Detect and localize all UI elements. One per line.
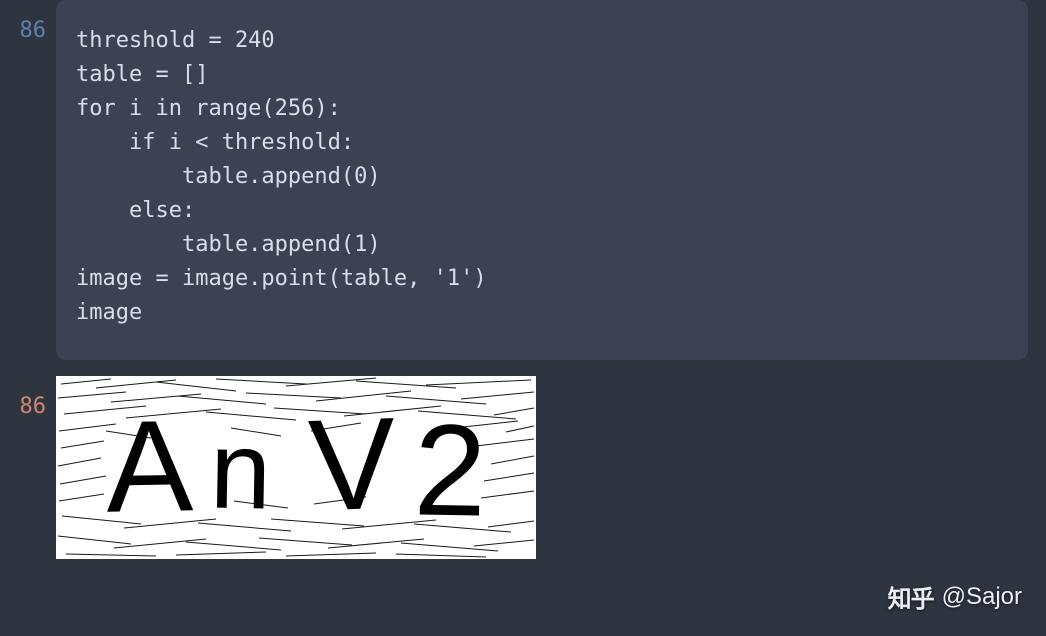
code-block[interactable]: threshold = 240 table = [] for i in rang… — [56, 0, 1028, 360]
captcha-text-container: A n V 2 — [56, 376, 536, 559]
captcha-letter: V — [307, 387, 399, 540]
code-line: table.append(0) — [76, 160, 1008, 194]
code-line: image = image.point(table, '1') — [76, 262, 1008, 296]
captcha-letter: A — [104, 390, 193, 541]
code-line: else: — [76, 194, 1008, 228]
platform-logo: 知乎 — [888, 579, 934, 614]
input-cell-number: 86 — [0, 0, 56, 48]
code-line: table.append(1) — [76, 228, 1008, 262]
code-line: if i < threshold: — [76, 126, 1008, 160]
output-cell-number: 86 — [0, 376, 56, 424]
code-line: for i in range(256): — [76, 92, 1008, 126]
watermark: 知乎 @Sajor — [888, 579, 1022, 614]
captcha-letter: 2 — [413, 394, 488, 545]
captcha-output-image: A n V 2 — [56, 376, 536, 559]
captcha-letter: n — [209, 406, 272, 534]
output-cell: 86 — [0, 376, 1046, 559]
code-line: threshold = 240 — [76, 24, 1008, 58]
author-handle: @Sajor — [942, 583, 1022, 611]
output-block: A n V 2 — [56, 376, 1028, 559]
code-line: table = [] — [76, 58, 1008, 92]
code-line: image — [76, 296, 1008, 330]
input-cell: 86 threshold = 240 table = [] for i in r… — [0, 0, 1046, 360]
